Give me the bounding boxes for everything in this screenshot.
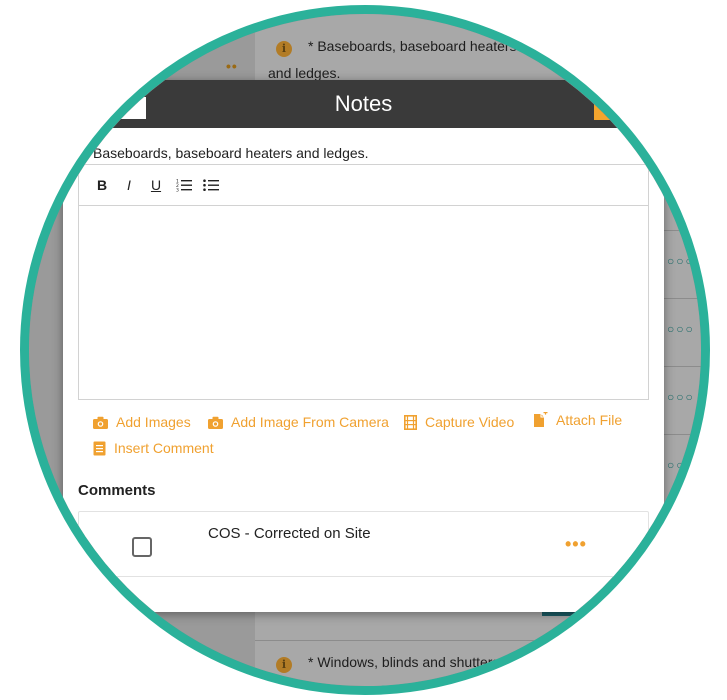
notes-modal: Notes Baseboards, baseboard heaters and … bbox=[63, 80, 664, 612]
bullet-list-icon[interactable] bbox=[201, 175, 221, 195]
file-add-icon bbox=[534, 412, 548, 427]
modal-title: Notes bbox=[334, 91, 393, 116]
comment-checkbox[interactable] bbox=[132, 537, 152, 557]
comment-item: COS - Corrected on Site ••• bbox=[78, 511, 649, 577]
underline-button[interactable]: U bbox=[146, 175, 166, 195]
background-divider bbox=[255, 640, 701, 641]
background-item-text-cont: and ledges. bbox=[268, 65, 341, 81]
more-icon[interactable]: ••• bbox=[565, 534, 587, 555]
ordered-list-icon[interactable]: 1 2 3 bbox=[174, 175, 194, 195]
modal-header: Notes bbox=[63, 80, 664, 128]
insert-comment-button[interactable]: Insert Comment bbox=[93, 440, 214, 456]
rich-text-editor: B I U 1 2 3 bbox=[78, 164, 649, 400]
background-row-more-icon: ○○○ bbox=[667, 322, 695, 336]
editor-toolbar: B I U 1 2 3 bbox=[79, 165, 648, 206]
document-icon bbox=[93, 441, 106, 455]
add-images-label: Add Images bbox=[116, 414, 191, 430]
header-save-button[interactable] bbox=[594, 100, 624, 120]
background-row-more-icon: ○○○ bbox=[667, 254, 695, 268]
comments-heading: Comments bbox=[78, 482, 156, 499]
info-icon: i bbox=[276, 41, 292, 57]
background-more-icon: •• bbox=[226, 58, 238, 74]
attach-file-label: Attach File bbox=[556, 412, 623, 428]
attach-file-button[interactable]: Attach File bbox=[533, 412, 622, 428]
question-text: Baseboards, baseboard heaters and ledges… bbox=[93, 145, 369, 161]
capture-video-label: Capture Video bbox=[425, 414, 515, 430]
comment-text: COS - Corrected on Site bbox=[208, 525, 371, 542]
add-image-from-camera-label: Add Image From Camera bbox=[231, 414, 389, 430]
add-images-button[interactable]: Add Images bbox=[93, 414, 191, 430]
insert-comment-label: Insert Comment bbox=[114, 440, 214, 456]
info-icon: i bbox=[276, 657, 292, 673]
film-icon bbox=[404, 414, 417, 430]
background-row-more-icon: ○○○ bbox=[667, 458, 695, 472]
notes-text-area[interactable] bbox=[79, 206, 648, 399]
background-item-text: * Windows, blinds and shutters bbox=[308, 654, 500, 670]
stage: •• i * Baseboards, baseboard heaters and… bbox=[0, 0, 727, 700]
svg-text:3: 3 bbox=[176, 188, 179, 193]
lens-content: •• i * Baseboards, baseboard heaters and… bbox=[29, 14, 701, 686]
bold-button[interactable]: B bbox=[92, 175, 112, 195]
capture-video-button[interactable]: Capture Video bbox=[404, 414, 514, 430]
background-row-more-icon: ○○○ bbox=[667, 390, 695, 404]
add-image-from-camera-button[interactable]: Add Image From Camera bbox=[208, 414, 389, 430]
magnifier-lens: •• i * Baseboards, baseboard heaters and… bbox=[20, 5, 710, 695]
italic-button[interactable]: I bbox=[119, 175, 139, 195]
camera-icon bbox=[208, 416, 223, 429]
background-item-text: * Baseboards, baseboard heaters bbox=[308, 38, 517, 54]
attachment-actions: Add Images Add Image From Camera Capture… bbox=[93, 410, 653, 460]
camera-icon bbox=[93, 416, 108, 429]
